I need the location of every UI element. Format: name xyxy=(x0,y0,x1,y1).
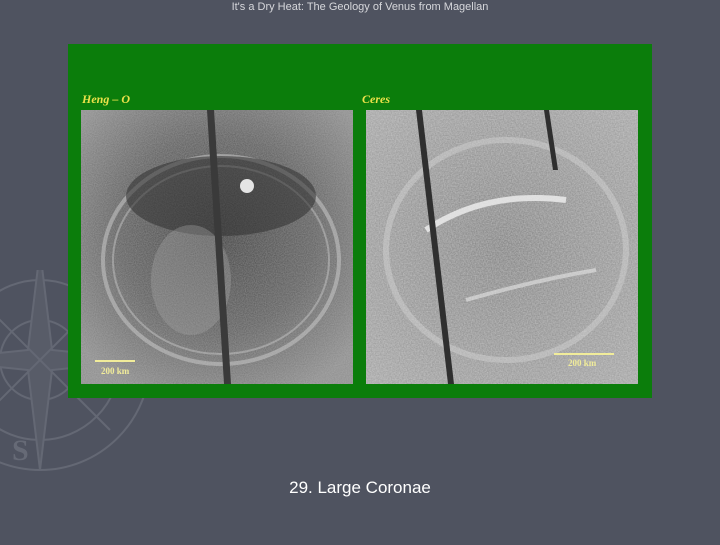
figure-plate: Heng – O Ceres 200 km 200 km xyxy=(68,44,652,398)
scale-bar-ceres xyxy=(554,353,614,355)
slide-header: It's a Dry Heat: The Geology of Venus fr… xyxy=(231,1,489,13)
svg-text:S: S xyxy=(12,434,29,467)
radar-image-heng-o: 200 km xyxy=(81,110,353,384)
scale-label-heng-o: 200 km xyxy=(101,366,130,376)
scale-bar-heng-o xyxy=(95,360,135,362)
radar-image-ceres: 200 km xyxy=(366,110,638,384)
panel-label-heng-o: Heng – O xyxy=(82,92,130,106)
slide-caption: 29. Large Coronae xyxy=(289,478,431,497)
scale-label-ceres: 200 km xyxy=(568,358,597,368)
panel-label-ceres: Ceres xyxy=(362,92,390,106)
